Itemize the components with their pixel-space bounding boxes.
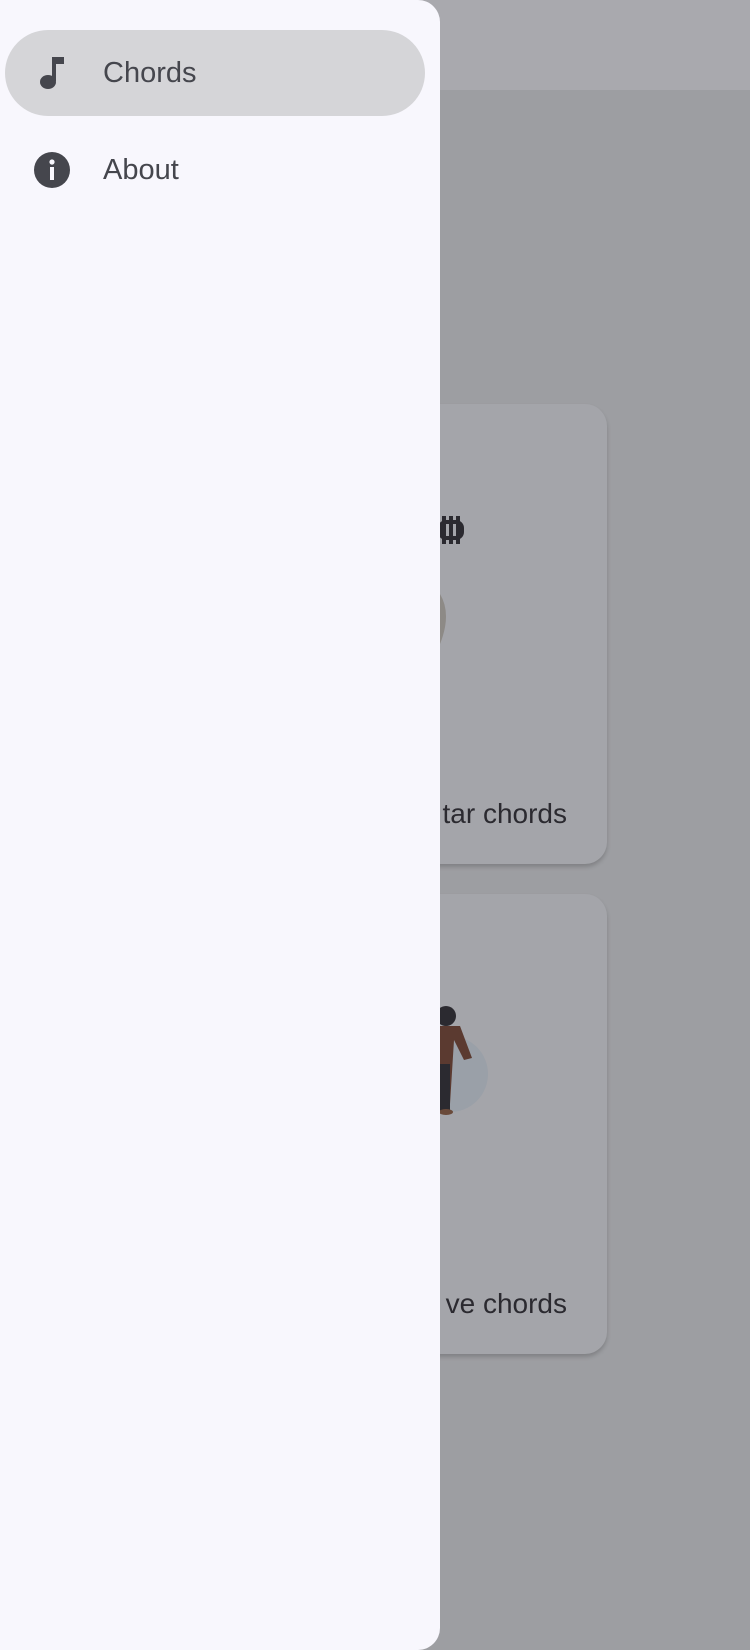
nav-item-about[interactable]: About bbox=[5, 127, 425, 213]
card-subtitle: tar chords bbox=[442, 798, 568, 829]
card-subtitle: ve chords bbox=[445, 1288, 567, 1319]
navigation-drawer: Chords About bbox=[0, 0, 440, 1650]
nav-item-chords[interactable]: Chords bbox=[5, 30, 425, 116]
music-note-icon bbox=[31, 52, 73, 94]
nav-item-label: Chords bbox=[103, 56, 197, 89]
nav-item-label: About bbox=[103, 153, 179, 186]
info-icon bbox=[31, 149, 73, 191]
